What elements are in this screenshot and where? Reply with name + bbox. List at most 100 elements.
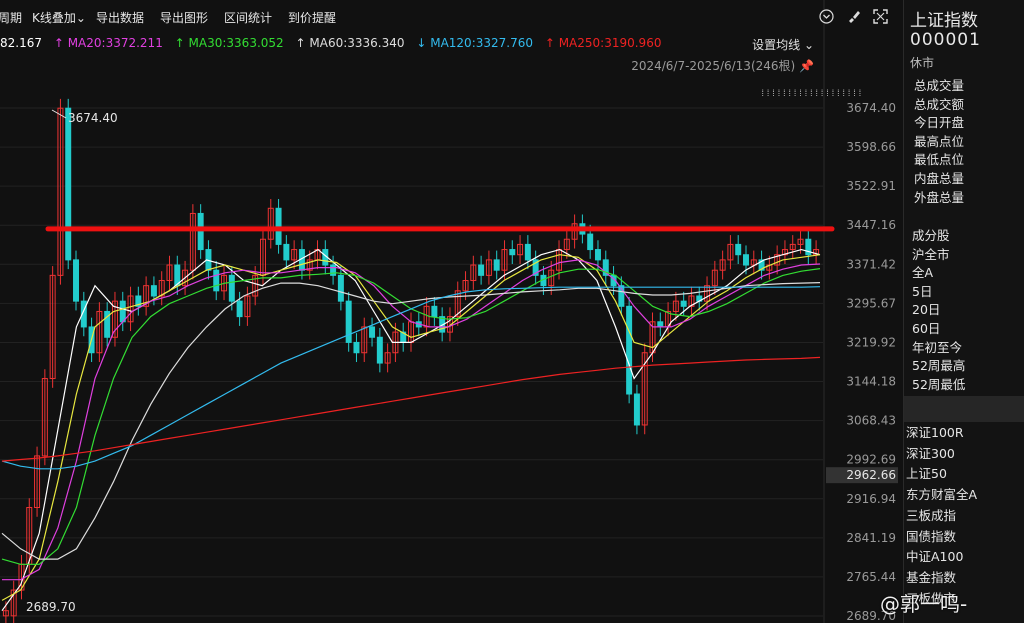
y-tick-label: 3371.42 — [846, 257, 896, 271]
date-range-label: 2024/6/7-2025/6/13(246根) — [631, 59, 796, 73]
tab-sh-market[interactable]: 沪全市 — [912, 246, 965, 265]
toolbar-export-graph[interactable]: 导出图形 — [160, 9, 208, 26]
quote-field: 内盘总量 — [914, 170, 965, 186]
candle-down — [353, 341, 360, 354]
y-tick-label: 3144.18 — [846, 375, 896, 389]
toolbar-icons — [819, 9, 888, 24]
quote-field: 总成交量 — [914, 78, 965, 93]
y-tick-label: 2841.19 — [846, 531, 896, 545]
ma20-value: ↑ MA20:3372.211 — [53, 36, 163, 50]
ma-line-ma250 — [1, 356, 821, 462]
candle-down — [594, 249, 601, 261]
toolbar-kline-overlay-label: K线叠加 — [32, 10, 76, 25]
candle-down — [509, 249, 516, 256]
toolbar-period[interactable]: 周期 — [0, 9, 22, 26]
candle-down — [197, 212, 204, 251]
stock-name: 上证指数 — [910, 11, 978, 31]
toolbar-range-stats[interactable]: 区间统计 — [224, 9, 272, 26]
candle-down — [735, 243, 742, 256]
candle-down — [524, 243, 531, 261]
ma5-value: 82.167 — [0, 36, 42, 50]
tab-ytd[interactable]: 年初至今 — [912, 339, 965, 358]
chevron-circle-icon[interactable] — [819, 9, 834, 24]
candle-down — [478, 264, 485, 276]
candle-down — [150, 285, 157, 297]
y-tick-label: 2992.69 — [846, 453, 896, 467]
candle-down — [657, 321, 664, 328]
candle-down — [680, 300, 687, 307]
toolbar-kline-overlay[interactable]: K线叠加⌄ — [32, 9, 86, 26]
event-markers: ⁞⁞⁞⁞⁞⁞⁞⁞⁞⁞⁞⁞⁞⁞⁞⁞⁞⁞⁞ — [760, 89, 863, 99]
index-item[interactable]: 基金指数 — [906, 568, 977, 589]
candle-down — [369, 326, 376, 338]
tab-all-a[interactable]: 全A — [912, 264, 965, 283]
index-item[interactable]: 上证50 — [906, 464, 977, 485]
index-item[interactable]: 三板成指 — [906, 506, 977, 527]
index-item[interactable]: 东方财富全A — [906, 485, 977, 506]
y-tick-label: 3068.43 — [846, 414, 896, 428]
sidebar-tabs: 成分股 沪全市 全A 5日 20日 60日 年初至今 52周最高 52周最低 — [912, 227, 965, 394]
y-tick-label: 3447.16 — [846, 218, 896, 232]
quote-fields: 总成交量 总成交额 今日开盘 最高点位 最低点位 内盘总量 外盘总量 — [914, 77, 964, 207]
candle-down — [119, 300, 126, 323]
tab-constituents[interactable]: 成分股 — [912, 227, 965, 246]
y-tick-label: 2765.44 — [846, 570, 896, 584]
tab-52w-high[interactable]: 52周最高 — [912, 357, 965, 376]
chart-area[interactable]: 3674.40 3598.66 3522.91 3447.16 3371.42 3295.… — [0, 0, 900, 623]
candle-down — [493, 259, 500, 271]
tab-5d[interactable]: 5日 — [912, 283, 965, 302]
brush-icon[interactable] — [846, 9, 861, 24]
y-tick-label: 2916.94 — [846, 492, 896, 506]
toolbar: 周期 K线叠加⌄ 导出数据 导出图形 区间统计 到价提醒 — [0, 0, 900, 34]
weibo-watermark: @郭一鸣- — [880, 592, 968, 616]
toolbar-export-data[interactable]: 导出数据 — [96, 9, 144, 26]
ma-settings-button[interactable]: 设置均线 ⌄ — [752, 36, 814, 53]
candle-down — [337, 274, 344, 302]
candle-down — [236, 300, 243, 318]
stock-code: 000001 — [910, 30, 981, 50]
candle-down — [431, 305, 438, 318]
candle-down — [213, 269, 220, 292]
index-item[interactable]: 中证A100 — [906, 547, 977, 568]
candle-down — [283, 243, 290, 261]
ma60-value: ↑ MA60:3336.340 — [295, 36, 405, 50]
candle-down — [742, 254, 749, 266]
candle-down — [587, 233, 594, 251]
quote-field: 总成交额 — [914, 96, 965, 112]
tab-60d[interactable]: 60日 — [912, 320, 965, 339]
index-item[interactable]: 深证100R — [906, 423, 977, 444]
chevron-down-icon: ⌄ — [75, 10, 86, 25]
ma30-value: ↑ MA30:3363.052 — [174, 36, 284, 50]
quote-sidebar: 上证指数 000001 休市 总成交量 总成交额 今日开盘 最高点位 最低点位 … — [903, 0, 1024, 623]
date-range: 2024/6/7-2025/6/13(246根) 📌 — [631, 57, 814, 74]
tab-52w-low[interactable]: 52周最低 — [912, 376, 965, 395]
candle-down — [73, 259, 80, 302]
candle-down — [376, 336, 383, 364]
candle-down — [633, 393, 640, 426]
toolbar-price-alert[interactable]: 到价提醒 — [288, 9, 336, 26]
candle-down — [626, 305, 633, 395]
y-tick-label: 3598.66 — [846, 140, 896, 154]
y-tick-label: 3295.67 — [846, 296, 896, 310]
pin-icon[interactable]: 📌 — [799, 59, 814, 73]
candle-down — [345, 300, 352, 343]
current-price-tag: 2962.66 — [846, 468, 896, 482]
quote-field: 最高点位 — [914, 133, 965, 149]
high-annotation: 3674.40 — [68, 111, 118, 125]
index-item[interactable]: 深证300 — [906, 444, 977, 465]
index-item[interactable]: 国债指数 — [906, 527, 977, 548]
candle-down — [275, 207, 282, 245]
tab-20d[interactable]: 20日 — [912, 301, 965, 320]
y-tick-label: 3674.40 — [846, 101, 896, 115]
candle-down — [65, 107, 72, 261]
fullscreen-icon[interactable] — [873, 9, 888, 24]
ma-values-line: 82.167 ↑ MA20:3372.211 ↑ MA30:3363.052 ↑… — [0, 36, 669, 52]
sidebar-divider — [904, 396, 1024, 422]
kline-chart[interactable]: 3674.40 3598.66 3522.91 3447.16 3371.42 3295.… — [0, 0, 900, 623]
high-annotation-arrow — [51, 109, 67, 119]
ma120-value: ↓ MA120:3327.760 — [416, 36, 533, 50]
y-tick-label: 3522.91 — [846, 179, 896, 193]
y-tick-label: 3219.92 — [846, 335, 896, 349]
low-annotation: 2689.70 — [26, 600, 76, 614]
index-list: 深证100R 深证300 上证50 东方财富全A 三板成指 国债指数 中证A10… — [906, 423, 977, 609]
